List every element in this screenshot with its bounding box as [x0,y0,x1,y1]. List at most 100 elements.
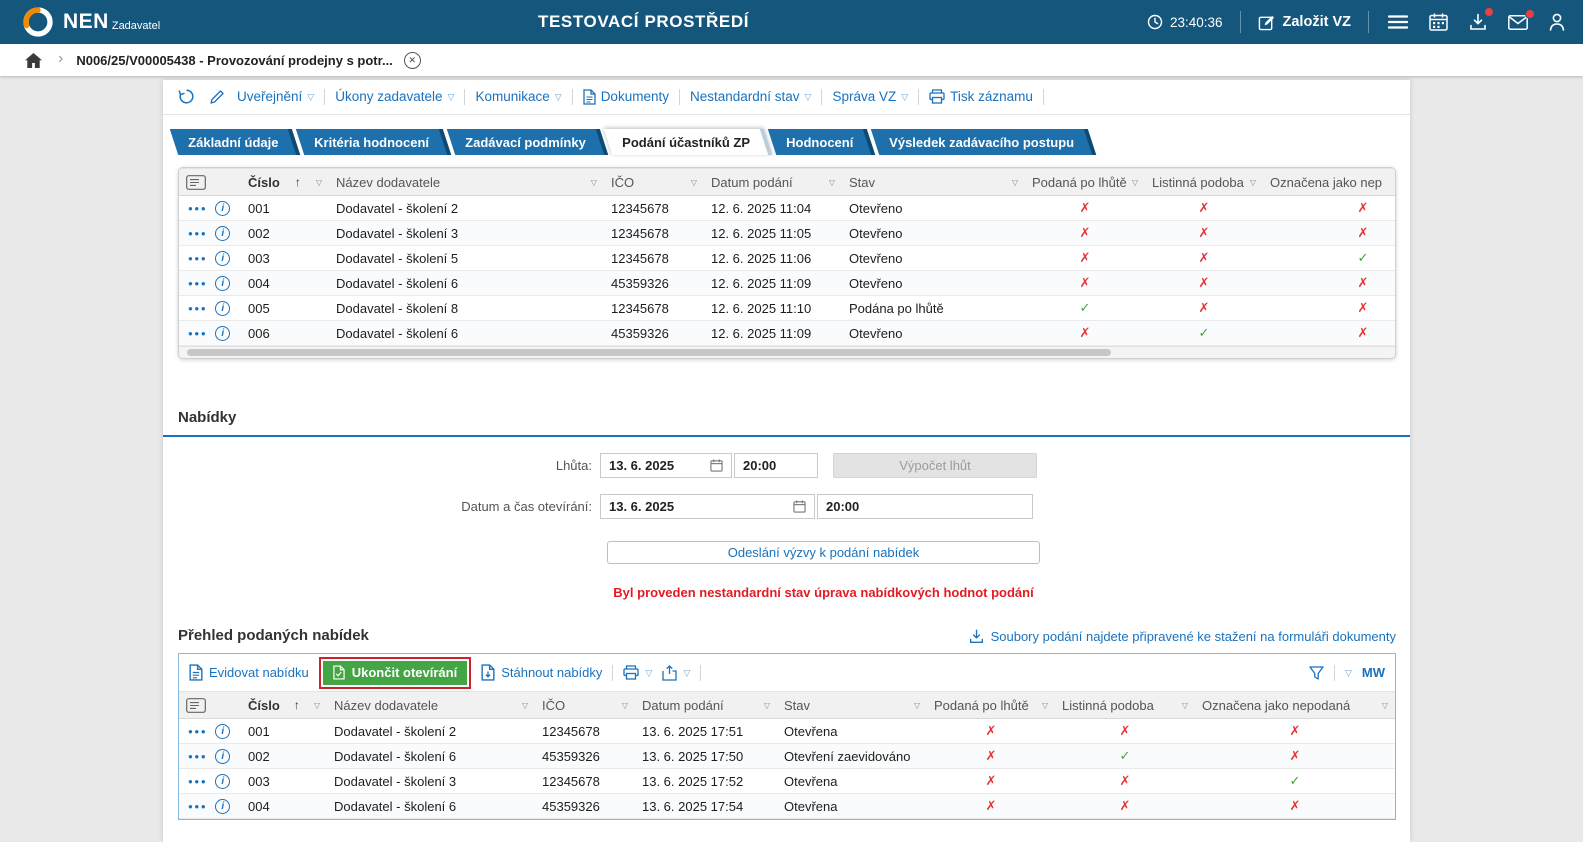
row-menu-icon[interactable]: ●●● [188,229,207,238]
column-header-nazev[interactable]: Název dodavatele▽ [327,692,535,719]
table-row[interactable]: ●●●i 005 Dodavatel - školení 8 12345678 … [179,296,1396,321]
record-offer-button[interactable]: Evidovat nabídku [189,664,309,681]
row-menu-icon[interactable]: ●●● [188,752,207,761]
messages-icon[interactable] [1506,13,1530,32]
tab[interactable]: Hodnocení [767,129,875,155]
row-menu-icon[interactable]: ●●● [188,329,207,338]
row-menu-icon[interactable]: ●●● [188,727,207,736]
user-profile-icon[interactable] [1547,11,1567,33]
column-header-stav[interactable]: Stav▽ [842,169,1025,196]
tab[interactable]: Základní údaje [170,129,301,155]
column-header-ico[interactable]: IČO▽ [604,169,704,196]
export-icon[interactable]: ▽ [662,665,690,681]
home-icon[interactable] [24,52,43,69]
row-info-icon[interactable]: i [215,724,230,739]
downloads-icon[interactable] [1467,11,1489,33]
tab[interactable]: Zadávací podmínky [447,129,608,155]
column-header-cislo[interactable]: Číslo↑▽ [241,692,327,719]
column-header-po-lhute[interactable]: Podaná po lhůtě▽ [927,692,1055,719]
column-header-nazev[interactable]: Název dodavatele▽ [329,169,604,196]
row-info-icon[interactable]: i [215,251,230,266]
edit-pencil-icon[interactable] [207,89,227,105]
submission-files-link[interactable]: Soubory podání najdete připravené ke sta… [969,629,1396,644]
deadline-date-input[interactable]: 13. 6. 2025 [600,453,732,478]
row-info-icon[interactable]: i [215,276,230,291]
create-vz-button[interactable]: Založit VZ [1258,14,1351,31]
filter-preset-mw[interactable]: MW [1362,665,1385,680]
column-header-nepodana[interactable]: Označena jako nep [1263,169,1396,196]
action-ukony-zadavatele[interactable]: Úkony zadavatele▽ [335,89,454,104]
scrollbar-thumb[interactable] [187,349,1111,356]
table-row[interactable]: ●●●i 004 Dodavatel - školení 6 45359326 … [179,271,1396,296]
filter-caret-icon[interactable]: ▽ [1250,178,1256,187]
filter-funnel-icon[interactable] [1309,666,1324,680]
send-request-button[interactable]: Odeslání výzvy k podání nabídek [607,541,1040,564]
column-header-po-lhute[interactable]: Podaná po lhůtě▽ [1025,169,1145,196]
filter-caret-icon[interactable]: ▽ [522,701,528,710]
action-uverejneni[interactable]: Uveřejnění▽ [237,89,314,104]
download-offers-button[interactable]: Stáhnout nabídky [481,664,602,681]
finish-opening-button[interactable]: Ukončit otevírání [323,661,467,685]
filter-caret-icon[interactable]: ▽ [622,701,628,710]
compute-deadlines-button[interactable]: Výpočet lhůt [833,453,1037,478]
menu-hamburger-icon[interactable] [1386,12,1410,32]
table-row[interactable]: ●●●i 002 Dodavatel - školení 3 12345678 … [179,221,1396,246]
tab[interactable]: Kritéria hodnocení [296,129,451,155]
filter-caret-icon[interactable]: ▽ [764,701,770,710]
column-settings-header[interactable] [179,169,241,196]
filter-caret-icon[interactable]: ▽ [591,178,597,187]
filter-caret-icon[interactable]: ▽ [1012,178,1018,187]
column-header-ico[interactable]: IČO▽ [535,692,635,719]
table-row[interactable]: ●●●i 006 Dodavatel - školení 6 45359326 … [179,321,1396,346]
table-row[interactable]: ●●●i 004 Dodavatel - školení 6 45359326 … [179,794,1395,819]
row-info-icon[interactable]: i [215,201,230,216]
filter-caret-icon[interactable]: ▽ [914,701,920,710]
table-row[interactable]: ●●●i 001 Dodavatel - školení 2 12345678 … [179,719,1395,744]
filter-caret-icon[interactable]: ▽ [316,178,322,187]
filter-caret-icon[interactable]: ▽ [691,178,697,187]
calendar-small-icon[interactable] [793,500,806,513]
deadline-time-input[interactable]: 20:00 [734,453,818,478]
row-menu-icon[interactable]: ●●● [188,279,207,288]
chevron-down-icon[interactable]: ▽ [1345,666,1352,679]
tab[interactable]: Podání účastníků ZP [604,129,772,155]
column-settings-header[interactable] [179,692,241,719]
breadcrumb-close-icon[interactable]: ✕ [404,52,421,69]
filter-caret-icon[interactable]: ▽ [1132,178,1138,187]
row-menu-icon[interactable]: ●●● [188,777,207,786]
table-row[interactable]: ●●●i 002 Dodavatel - školení 6 45359326 … [179,744,1395,769]
table-row[interactable]: ●●●i 003 Dodavatel - školení 3 12345678 … [179,769,1395,794]
filter-caret-icon[interactable]: ▽ [1042,701,1048,710]
column-header-cislo[interactable]: Číslo↑▽ [241,169,329,196]
column-header-datum[interactable]: Datum podání▽ [704,169,842,196]
tab[interactable]: Výsledek zadávacího postupu [871,129,1096,155]
column-header-listinna[interactable]: Listinná podoba▽ [1055,692,1195,719]
row-info-icon[interactable]: i [215,799,230,814]
breadcrumb-item[interactable]: N006/25/V00005438 - Provozování prodejny… [76,53,392,68]
filter-caret-icon[interactable]: ▽ [1382,701,1388,710]
horizontal-scrollbar[interactable] [179,346,1395,358]
opening-date-input[interactable]: 13. 6. 2025 [600,494,815,519]
row-info-icon[interactable]: i [215,749,230,764]
action-dokumenty[interactable]: Dokumenty [583,89,669,105]
row-menu-icon[interactable]: ●●● [188,802,207,811]
filter-caret-icon[interactable]: ▽ [1182,701,1188,710]
action-sprava-vz[interactable]: Správa VZ▽ [832,89,908,104]
print-icon[interactable]: ▽ [623,665,652,680]
column-header-listinna[interactable]: Listinná podoba▽ [1145,169,1263,196]
filter-caret-icon[interactable]: ▽ [829,178,835,187]
opening-time-input[interactable]: 20:00 [817,494,1033,519]
action-komunikace[interactable]: Komunikace▽ [475,89,561,104]
action-nestandardni-stav[interactable]: Nestandardní stav▽ [690,89,811,104]
column-header-nepodana[interactable]: Označena jako nepodaná▽ [1195,692,1395,719]
columns-grid-icon[interactable] [186,175,234,190]
row-info-icon[interactable]: i [215,226,230,241]
row-info-icon[interactable]: i [215,326,230,341]
history-refresh-icon[interactable] [176,88,197,105]
nen-logo[interactable]: NEN Zadavatel [22,6,160,38]
row-info-icon[interactable]: i [215,774,230,789]
column-header-stav[interactable]: Stav▽ [777,692,927,719]
table-row[interactable]: ●●●i 003 Dodavatel - školení 5 12345678 … [179,246,1396,271]
calendar-small-icon[interactable] [710,459,723,472]
table-row[interactable]: ●●●i 001 Dodavatel - školení 2 12345678 … [179,196,1396,221]
